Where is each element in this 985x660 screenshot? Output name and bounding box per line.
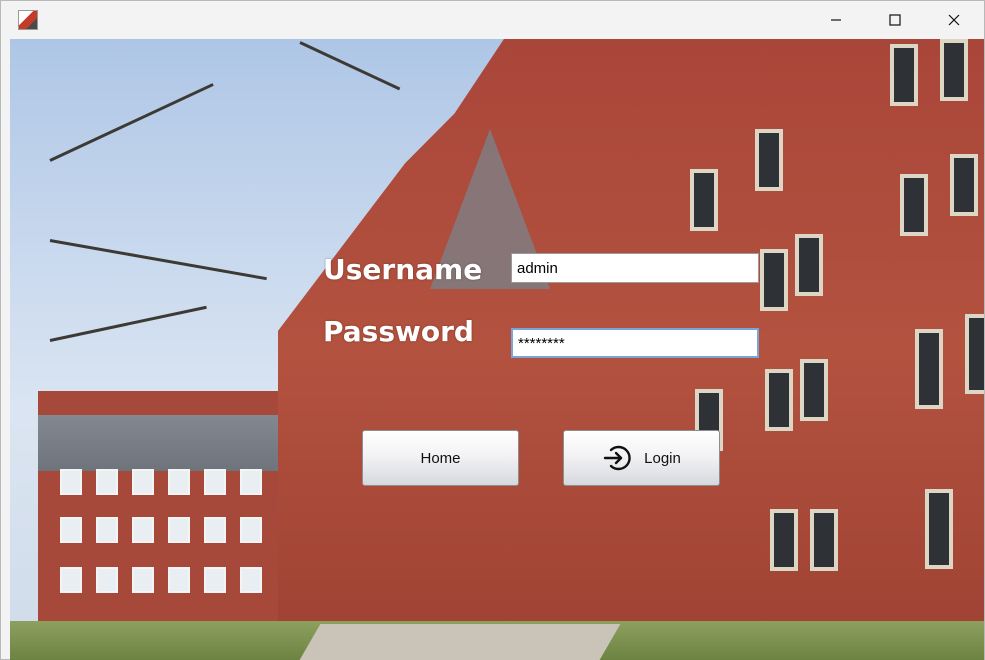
title-bar[interactable] [1,1,984,39]
maximize-button[interactable] [866,1,924,39]
window-row [60,567,262,593]
login-button[interactable]: Login [563,430,720,486]
minimize-button[interactable] [807,1,865,39]
login-button-label: Login [644,449,681,467]
building-window [760,249,788,311]
building-window [900,174,928,236]
building-window [915,329,943,409]
app-window: Username Password Home Login [0,0,985,660]
username-input[interactable] [511,253,759,283]
maximize-icon [889,14,901,26]
password-label: Password [323,315,474,348]
building-window [810,509,838,571]
home-button-label: Home [420,449,461,467]
building-window [795,234,823,296]
home-button[interactable]: Home [362,430,519,486]
walkway [299,624,621,660]
building-window [690,169,718,231]
building-window [890,44,918,106]
building-window [800,359,828,421]
window-row [60,469,262,495]
building-window [940,39,968,101]
login-panel: Username Password Home Login [10,39,984,660]
building-window [925,489,953,569]
building-window [965,314,984,394]
building-window [765,369,793,431]
building-window [950,154,978,216]
window-row [60,517,262,543]
sign-in-icon [603,445,631,471]
username-label: Username [323,253,483,286]
building-window [755,129,783,191]
building-window [770,509,798,571]
app-icon [18,10,38,30]
close-icon [948,14,960,26]
close-button[interactable] [925,1,983,39]
password-input[interactable] [511,328,759,358]
minimize-icon [831,19,841,21]
